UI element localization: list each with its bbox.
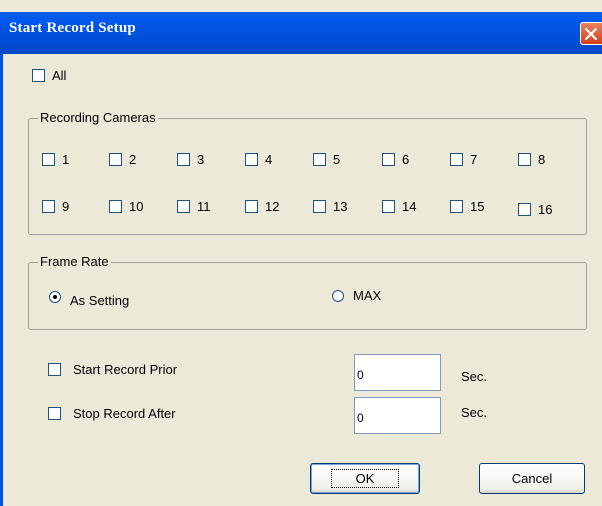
recording-cameras-title: Recording Cameras [38,110,158,125]
close-icon [584,27,598,41]
camera-5-label: 5 [333,152,341,167]
start-record-prior-checkbox[interactable]: Start Record Prior [48,362,177,377]
camera-13-checkbox[interactable]: 13 [313,199,347,214]
radio-circle[interactable] [49,290,61,303]
start-record-prior-input[interactable] [354,354,441,391]
dialog-window: Start Record Setup All Recording Cameras… [0,0,602,506]
camera-checkbox-box[interactable] [245,153,258,166]
camera-checkbox-box[interactable] [177,200,190,213]
camera-12-label: 12 [265,199,280,214]
frame-rate-max-radio[interactable]: MAX [332,288,381,303]
stop-record-after-unit: Sec. [461,405,488,420]
ok-button-label: OK [330,469,400,488]
camera-8-label: 8 [538,152,546,167]
camera-checkbox-box[interactable] [518,153,531,166]
all-checkbox[interactable]: All [32,68,66,83]
start-record-prior-unit: Sec. [461,369,488,384]
camera-checkbox-box[interactable] [177,153,190,166]
frame-rate-title: Frame Rate [38,254,111,269]
camera-7-label: 7 [470,152,478,167]
camera-14-label: 14 [402,199,417,214]
camera-checkbox-box[interactable] [518,203,531,216]
camera-3-label: 3 [197,152,205,167]
stop-record-after-input[interactable] [354,397,441,434]
start-record-prior-box[interactable] [48,363,61,376]
camera-6-checkbox[interactable]: 6 [382,152,409,167]
camera-checkbox-box[interactable] [313,200,326,213]
camera-checkbox-box[interactable] [313,153,326,166]
camera-checkbox-box[interactable] [109,200,122,213]
camera-11-checkbox[interactable]: 11 [177,199,211,214]
window-border [0,54,3,506]
camera-16-label: 16 [538,202,553,217]
camera-1-checkbox[interactable]: 1 [42,152,69,167]
camera-5-checkbox[interactable]: 5 [313,152,340,167]
camera-checkbox-box[interactable] [450,153,463,166]
all-label: All [52,68,67,83]
close-button[interactable] [580,22,602,45]
camera-10-checkbox[interactable]: 10 [109,199,143,214]
stop-record-after-checkbox[interactable]: Stop Record After [48,406,176,421]
camera-4-checkbox[interactable]: 4 [245,152,272,167]
ok-button[interactable]: OK [310,463,420,494]
camera-10-label: 10 [129,199,144,214]
camera-15-checkbox[interactable]: 15 [450,199,484,214]
camera-checkbox-box[interactable] [245,200,258,213]
camera-checkbox-box[interactable] [450,200,463,213]
cancel-button[interactable]: Cancel [479,463,585,494]
stop-record-after-box[interactable] [48,407,61,420]
camera-checkbox-box[interactable] [109,153,122,166]
camera-4-label: 4 [265,152,273,167]
as-setting-label: As Setting [70,293,130,308]
camera-8-checkbox[interactable]: 8 [518,152,545,167]
max-label: MAX [353,288,382,303]
camera-checkbox-box[interactable] [42,153,55,166]
camera-7-checkbox[interactable]: 7 [450,152,477,167]
start-record-prior-label: Start Record Prior [73,362,178,377]
camera-13-label: 13 [333,199,348,214]
camera-checkbox-box[interactable] [382,200,395,213]
all-checkbox-box[interactable] [32,69,45,82]
camera-14-checkbox[interactable]: 14 [382,199,416,214]
camera-checkbox-box[interactable] [382,153,395,166]
camera-2-checkbox[interactable]: 2 [109,152,136,167]
camera-12-checkbox[interactable]: 12 [245,199,279,214]
window-title: Start Record Setup [9,20,136,36]
camera-3-checkbox[interactable]: 3 [177,152,204,167]
camera-11-label: 11 [197,199,211,214]
camera-16-checkbox[interactable]: 16 [518,202,552,217]
radio-circle[interactable] [332,289,344,302]
camera-1-label: 1 [62,152,70,167]
frame-rate-as-setting-radio[interactable]: As Setting [49,289,129,308]
camera-9-checkbox[interactable]: 9 [42,199,69,214]
camera-checkbox-box[interactable] [42,200,55,213]
camera-15-label: 15 [470,199,485,214]
stop-record-after-label: Stop Record After [73,406,176,421]
camera-9-label: 9 [62,199,70,214]
cancel-button-label: Cancel [511,471,553,486]
camera-6-label: 6 [402,152,410,167]
recording-cameras-group [28,118,587,235]
camera-2-label: 2 [129,152,137,167]
